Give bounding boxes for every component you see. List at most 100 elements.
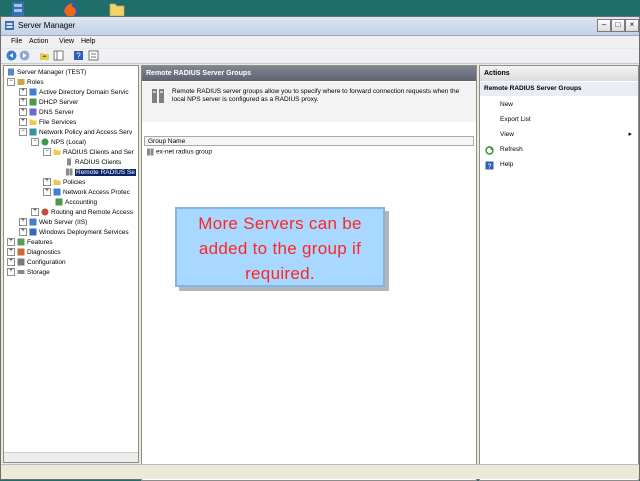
tree-item-label: File Services: [39, 119, 77, 126]
menu-action[interactable]: Action: [29, 38, 48, 45]
tree-item-label: NPS (Local): [51, 139, 87, 146]
tree-item-label: RADIUS Clients and Ser: [63, 149, 134, 156]
tree-item-radius-clients-servers[interactable]: − RADIUS Clients and Ser: [43, 148, 134, 158]
collapse-icon[interactable]: −: [7, 78, 15, 87]
menu-view[interactable]: View: [59, 38, 74, 45]
action-export-list[interactable]: Export List: [500, 116, 531, 123]
forward-icon[interactable]: [19, 50, 30, 61]
action-view[interactable]: View: [500, 131, 514, 138]
server-group-icon: [66, 168, 73, 176]
actions-pane: Actions Remote RADIUS Server Groups New …: [479, 65, 639, 481]
expand-icon[interactable]: +: [43, 178, 51, 187]
roles-icon: [17, 79, 25, 86]
actions-header: Actions: [480, 66, 638, 81]
expand-icon[interactable]: +: [19, 88, 27, 97]
dhcp-icon: [29, 98, 37, 106]
expand-icon[interactable]: +: [19, 218, 27, 227]
title-bar[interactable]: Server Manager – □ ×: [1, 17, 639, 36]
folder-icon: [53, 149, 61, 156]
description-text: Remote RADIUS server groups allow you to…: [172, 88, 460, 103]
tree-item-label: RADIUS Clients: [75, 159, 122, 166]
server-icon: [8, 68, 14, 76]
expand-icon[interactable]: +: [31, 208, 39, 217]
tree-item-label: Accounting: [65, 199, 98, 206]
tree-item-label: Network Access Protec: [63, 189, 130, 196]
nps-icon: [41, 138, 49, 146]
annotation-callout: More Servers can be added to the group i…: [175, 207, 385, 287]
tree-horizontal-scrollbar[interactable]: [4, 452, 138, 462]
up-folder-icon[interactable]: [39, 50, 50, 61]
tree-item-nps-local[interactable]: − NPS (Local): [31, 138, 86, 148]
tree-item-routing-remote-access[interactable]: + Routing and Remote Access: [31, 208, 133, 218]
tree-item-radius-clients[interactable]: RADIUS Clients: [65, 158, 121, 168]
submenu-arrow-icon: ▸: [628, 131, 632, 138]
tree-item-npas[interactable]: − Network Policy and Access Serv: [19, 128, 132, 138]
tree-item-web-server[interactable]: + Web Server (IIS): [19, 218, 87, 228]
properties-icon[interactable]: [88, 50, 99, 61]
menu-help[interactable]: Help: [81, 38, 95, 45]
diagnostics-icon: [17, 248, 25, 256]
expand-icon[interactable]: +: [19, 228, 27, 237]
tree-item-ad-ds[interactable]: + Active Directory Domain Servic: [19, 88, 129, 98]
wds-icon: [29, 228, 37, 236]
nap-icon: [53, 188, 61, 196]
expand-icon[interactable]: +: [19, 118, 27, 127]
storage-icon: [17, 270, 25, 275]
tree-item-server-manager[interactable]: Server Manager (TEST): [7, 68, 86, 78]
tree-item-dns[interactable]: + DNS Server: [19, 108, 74, 118]
minimize-button[interactable]: –: [597, 19, 611, 32]
collapse-icon[interactable]: −: [43, 148, 51, 157]
expand-icon[interactable]: +: [19, 98, 27, 107]
action-help[interactable]: Help: [500, 161, 513, 168]
expand-icon[interactable]: +: [19, 108, 27, 117]
server-manager-icon: [5, 21, 14, 30]
column-header-group-name[interactable]: Group Name: [144, 136, 474, 146]
tree-item-label: Active Directory Domain Servic: [39, 89, 129, 96]
tree-item-label: Windows Deployment Services: [39, 229, 129, 236]
folder-icon: [53, 179, 61, 186]
back-icon[interactable]: [6, 50, 17, 61]
actions-section-title[interactable]: Remote RADIUS Server Groups: [480, 82, 638, 96]
expand-icon[interactable]: +: [7, 268, 15, 277]
action-refresh[interactable]: Refresh: [500, 146, 523, 153]
tree-item-storage[interactable]: + Storage: [7, 268, 50, 278]
expand-icon[interactable]: +: [7, 238, 15, 247]
tree-item-features[interactable]: + Features: [7, 238, 53, 248]
status-bar: [1, 464, 639, 479]
tree-item-label: Diagnostics: [27, 249, 61, 256]
tree-item-label: Storage: [27, 269, 50, 276]
tree-item-remote-radius-server-groups[interactable]: Remote RADIUS Se: [65, 168, 136, 178]
maximize-button[interactable]: □: [611, 19, 625, 32]
tree-item-nap[interactable]: + Network Access Protec: [43, 188, 130, 198]
network-policy-icon: [29, 128, 37, 136]
folder-icon: [29, 119, 37, 126]
tree-item-roles[interactable]: − Roles: [7, 78, 44, 88]
tree-item-accounting[interactable]: Accounting: [55, 198, 97, 208]
tree-item-dhcp[interactable]: + DHCP Server: [19, 98, 78, 108]
help-icon[interactable]: ?: [73, 50, 84, 61]
tree-item-label: DHCP Server: [39, 99, 79, 106]
expand-icon[interactable]: +: [7, 258, 15, 267]
expand-icon[interactable]: +: [7, 248, 15, 257]
list-item[interactable]: ex-net radius group: [146, 148, 212, 156]
tree-item-label: Network Policy and Access Serv: [39, 129, 133, 136]
web-server-icon: [29, 218, 37, 226]
action-new[interactable]: New: [500, 101, 513, 108]
tree-item-wds[interactable]: + Windows Deployment Services: [19, 228, 129, 238]
tree-item-policies[interactable]: + Policies: [43, 178, 85, 188]
close-button[interactable]: ×: [625, 19, 639, 32]
window-title: Server Manager: [18, 21, 76, 30]
show-hide-tree-icon[interactable]: [53, 50, 64, 61]
collapse-icon[interactable]: −: [31, 138, 39, 147]
routing-icon: [41, 208, 49, 216]
menu-file[interactable]: File: [11, 38, 22, 45]
tree-item-file-services[interactable]: + File Services: [19, 118, 76, 128]
tree-item-configuration[interactable]: + Configuration: [7, 258, 66, 268]
ad-icon: [29, 88, 37, 96]
menu-bar: File Action View Help: [1, 36, 639, 48]
collapse-icon[interactable]: −: [19, 128, 27, 137]
tree-item-diagnostics[interactable]: + Diagnostics: [7, 248, 61, 258]
expand-icon[interactable]: +: [43, 188, 51, 197]
description-area: Remote RADIUS server groups allow you to…: [142, 82, 476, 122]
tree-item-label: Routing and Remote Access: [51, 209, 134, 216]
